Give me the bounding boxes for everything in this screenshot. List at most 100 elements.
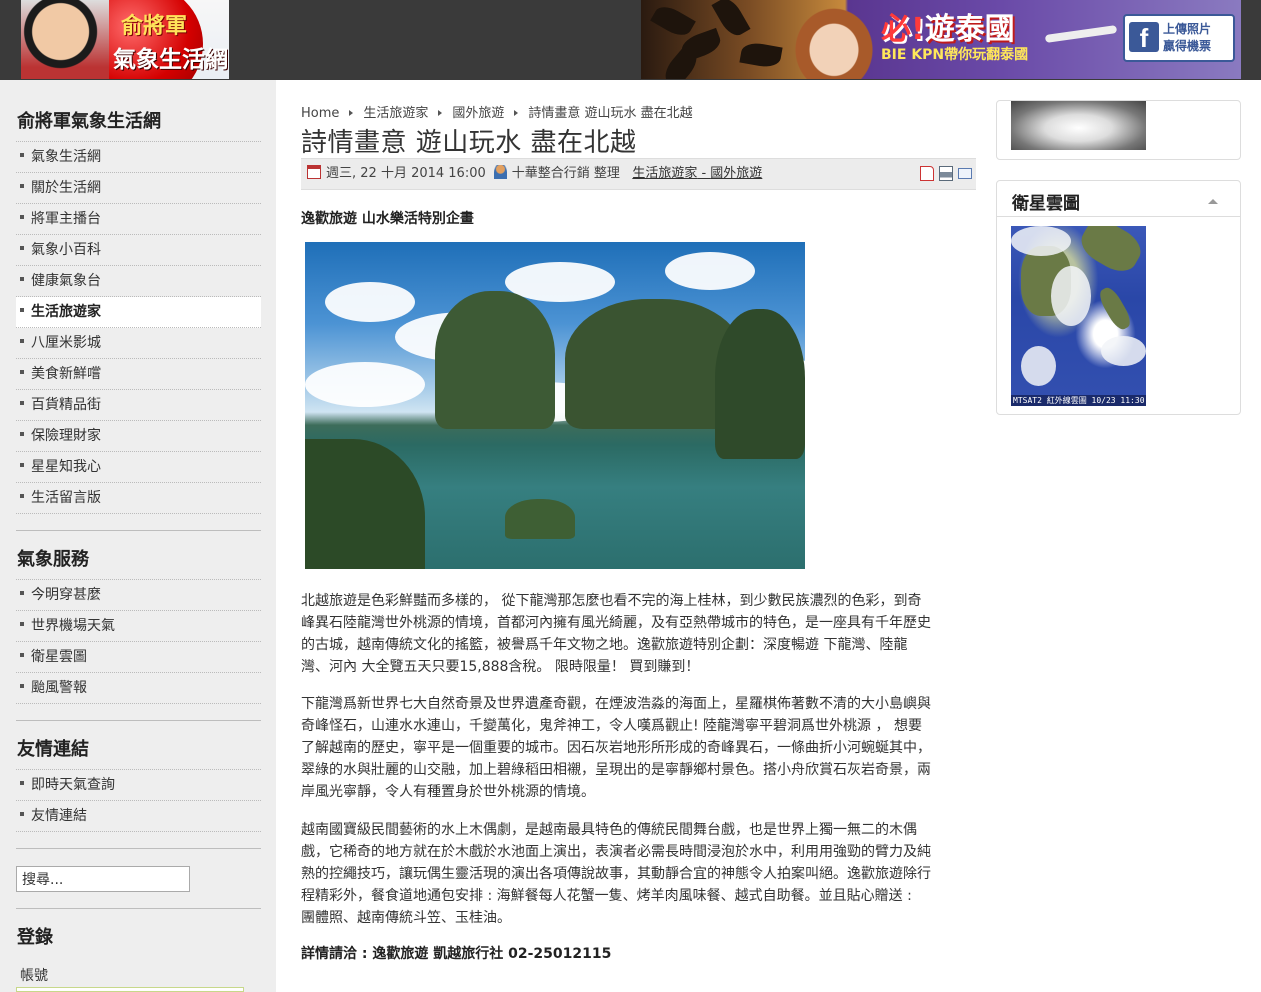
banner-subtitle: BIE KPN帶你玩翻泰國 — [881, 47, 1029, 63]
account-input[interactable] — [16, 987, 244, 992]
land-shape — [1095, 284, 1135, 333]
site-logo[interactable]: 俞將軍 氣象生活網 — [21, 0, 229, 79]
article-tools — [915, 166, 972, 196]
bullet-icon — [20, 684, 24, 688]
sidebar-main-menu: 俞將軍氣象生活網 氣象生活網 關於生活網 將軍主播台 氣象小百科 健康氣象台 生… — [16, 102, 261, 514]
satellite-box: 衛星雲圖 MTSAT2 紅外線雲圖 10/23 11:30 — [996, 180, 1241, 415]
breadcrumb-home[interactable]: Home — [301, 106, 339, 121]
leaf-decoration — [739, 40, 783, 70]
sidebar-weather-menu: 氣象服務 今明穿甚麼 世界機場天氣 衛星雲圖 颱風警報 — [16, 540, 261, 704]
menu-item[interactable]: 氣象生活網 — [16, 142, 261, 173]
bullet-icon — [20, 781, 24, 785]
weather-title: 氣象服務 — [16, 540, 261, 580]
bullet-icon — [20, 494, 24, 498]
bullet-icon — [20, 308, 24, 312]
breadcrumb-item[interactable]: 國外旅遊 — [452, 102, 504, 121]
airplane-graphic — [1044, 25, 1118, 43]
menu-item[interactable]: 星星知我心 — [16, 452, 261, 483]
menu-item[interactable]: 氣象小百科 — [16, 235, 261, 266]
weather-item[interactable]: 衛星雲圖 — [16, 642, 261, 673]
sidebar-divider — [16, 908, 261, 909]
menu-title: 俞將軍氣象生活網 — [16, 102, 261, 142]
link-item[interactable]: 友情連結 — [16, 801, 261, 832]
menu-item[interactable]: 將軍主播台 — [16, 204, 261, 235]
links-list: 即時天氣查詢 友情連結 — [16, 770, 261, 832]
bullet-icon — [20, 591, 24, 595]
bullet-icon — [20, 432, 24, 436]
banner-portrait — [793, 6, 875, 79]
cloud-shape — [1011, 226, 1071, 256]
bullet-icon — [20, 184, 24, 188]
subcategory-link[interactable]: 國外旅遊 — [710, 166, 762, 181]
weather-item[interactable]: 世界機場天氣 — [16, 611, 261, 642]
leaf-decoration — [650, 1, 696, 41]
weather-item[interactable]: 颱風警報 — [16, 673, 261, 704]
satellite-title: 衛星雲圖 — [1012, 194, 1080, 214]
logo-line1: 俞將軍 — [121, 14, 188, 39]
land-shape — [1075, 226, 1146, 279]
weather-list: 今明穿甚麼 世界機場天氣 衛星雲圖 颱風警報 — [16, 580, 261, 704]
satellite-image[interactable]: MTSAT2 紅外線雲圖 10/23 11:30 — [1011, 226, 1146, 406]
menu-item-active[interactable]: 生活旅遊家 — [16, 297, 261, 328]
logo-line2: 氣象生活網 — [113, 47, 228, 73]
karst-island — [505, 499, 575, 539]
menu-item[interactable]: 關於生活網 — [16, 173, 261, 204]
menu-item[interactable]: 生活留言版 — [16, 483, 261, 514]
ad-banner[interactable]: 必!遊泰國 BIE KPN帶你玩翻泰國 f 上傳照片 贏得機票 — [641, 0, 1241, 79]
search-input[interactable] — [16, 866, 190, 892]
category-link[interactable]: 生活旅遊家 - — [632, 166, 710, 181]
article-meta: 週三, 22 十月 2014 16:00 十華整合行銷 整理 生活旅遊家 - 國外… — [301, 158, 976, 190]
weather-item[interactable]: 今明穿甚麼 — [16, 580, 261, 611]
box-divider — [997, 216, 1240, 217]
collapse-caret-icon[interactable] — [1208, 199, 1218, 204]
sidebar-links-menu: 友情連結 即時天氣查詢 友情連結 — [16, 730, 261, 832]
bullet-icon — [20, 812, 24, 816]
bullet-icon — [20, 153, 24, 157]
cloud-shape — [665, 252, 755, 290]
cloud-shape — [325, 282, 415, 322]
links-title: 友情連結 — [16, 730, 261, 770]
link-item[interactable]: 即時天氣查詢 — [16, 770, 261, 801]
bullet-icon — [20, 370, 24, 374]
menu-item[interactable]: 八厘米影城 — [16, 328, 261, 359]
login-title: 登錄 — [17, 927, 53, 948]
article-author: 十華整合行銷 整理 — [511, 166, 620, 181]
menu-item[interactable]: 百貨精品街 — [16, 390, 261, 421]
weather-thumbnail[interactable] — [1011, 101, 1146, 150]
user-icon — [493, 164, 507, 179]
email-icon[interactable] — [958, 168, 972, 179]
sidebar-divider — [16, 848, 261, 849]
bullet-icon — [20, 215, 24, 219]
cloud-shape — [1021, 346, 1056, 386]
main-menu-list: 氣象生活網 關於生活網 將軍主播台 氣象小百科 健康氣象台 生活旅遊家 八厘米影… — [16, 142, 261, 514]
menu-item[interactable]: 健康氣象台 — [16, 266, 261, 297]
sidebar-divider — [16, 720, 261, 721]
satellite-caption: MTSAT2 紅外線雲圖 10/23 11:30 — [1011, 395, 1146, 406]
breadcrumb-item[interactable]: 生活旅遊家 — [363, 102, 428, 121]
pdf-icon[interactable] — [920, 166, 934, 181]
article-photo-halong-bay — [305, 242, 805, 569]
site-header: 俞將軍 氣象生活網 必!遊泰國 BIE KPN帶你玩翻泰國 f 上傳照片 贏得機票 — [0, 0, 1261, 80]
karst-island — [715, 309, 805, 459]
sidebar-divider — [16, 530, 261, 531]
banner-title: 必!遊泰國 — [881, 12, 1015, 47]
facebook-button-text: 上傳照片 贏得機票 — [1163, 22, 1212, 53]
sidebar-login: 登錄 帳號 — [16, 918, 261, 986]
bullet-icon — [20, 463, 24, 467]
karst-island — [305, 439, 425, 569]
bullet-icon — [20, 277, 24, 281]
facebook-upload-button[interactable]: f 上傳照片 贏得機票 — [1123, 14, 1235, 62]
weather-widget-box — [996, 100, 1241, 160]
breadcrumb-arrow-icon — [438, 109, 443, 116]
article-paragraph-1: 北越旅遊是色彩鮮豔而多樣的， 從下龍灣那怎麼也看不完的海上桂林，到少數民族濃烈的… — [301, 593, 931, 675]
bullet-icon — [20, 246, 24, 250]
breadcrumb-arrow-icon — [349, 109, 354, 116]
article-paragraph-2: 下龍灣爲新世界七大自然奇景及世界遺產奇觀，在煙波浩淼的海面上，星羅棋佈著數不清的… — [301, 696, 931, 800]
calendar-icon — [307, 164, 321, 179]
article-subhead: 逸歡旅遊 山水樂活特別企畫 — [301, 211, 474, 227]
print-icon[interactable] — [939, 166, 953, 181]
karst-island — [435, 291, 555, 429]
menu-item[interactable]: 美食新鮮嚐 — [16, 359, 261, 390]
menu-item[interactable]: 保險理財家 — [16, 421, 261, 452]
cloud-shape — [305, 362, 425, 407]
